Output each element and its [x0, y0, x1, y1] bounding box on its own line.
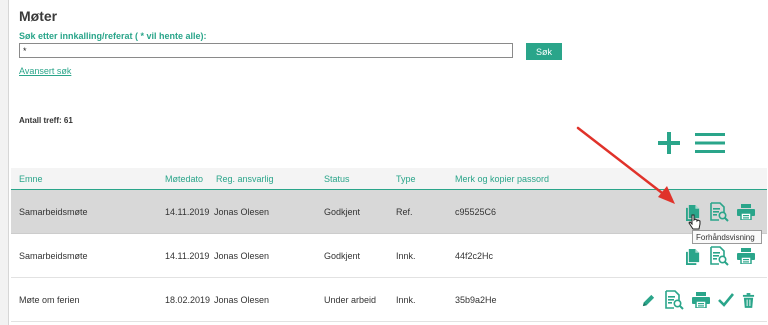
preview-tooltip: Forhåndsvisning [692, 230, 762, 244]
cell-type: Innk. [396, 295, 416, 305]
table-row[interactable]: Møte om ferien 18.02.2019 Jonas Olesen U… [11, 278, 767, 322]
cell-password[interactable]: c95525C6 [455, 207, 496, 217]
page-title: Møter [19, 8, 58, 24]
cell-reg: Jonas Olesen [214, 251, 270, 261]
edit-icon[interactable] [641, 293, 656, 308]
cell-type: Ref. [396, 207, 413, 217]
search-label: Søk etter innkalling/referat ( * vil hen… [19, 31, 207, 41]
cell-emne: Samarbeidsmøte [19, 207, 88, 217]
cell-status: Under arbeid [324, 295, 377, 305]
cell-password[interactable]: 44f2c2Hc [455, 251, 493, 261]
trash-icon[interactable] [742, 293, 755, 308]
search-button[interactable]: Søk [526, 43, 562, 60]
header-status[interactable]: Status [324, 174, 350, 184]
cell-status: Godkjent [324, 251, 361, 261]
print-icon[interactable] [737, 248, 755, 264]
preview-icon[interactable] [664, 290, 684, 310]
header-dato[interactable]: Møtedato [165, 174, 203, 184]
cell-type: Innk. [396, 251, 416, 261]
cell-password[interactable]: 35b9a2He [455, 295, 497, 305]
meetings-table: Emne Møtedato Reg. ansvarlig Status Type… [11, 168, 767, 322]
copy-icon[interactable] [686, 248, 701, 265]
advanced-search-link[interactable]: Avansert søk [19, 66, 71, 76]
row-actions [641, 288, 755, 312]
row-actions [686, 244, 755, 268]
cell-dato: 14.11.2019 [165, 251, 210, 261]
check-icon[interactable] [718, 292, 734, 308]
cell-dato: 18.02.2019 [165, 295, 211, 305]
add-icon[interactable] [657, 131, 681, 155]
header-emne[interactable]: Emne [19, 174, 43, 184]
header-password[interactable]: Merk og kopier passord [455, 174, 549, 184]
cell-reg: Jonas Olesen [214, 295, 270, 305]
cell-status: Godkjent [324, 207, 361, 217]
preview-icon[interactable] [709, 246, 729, 266]
preview-icon[interactable] [709, 202, 729, 222]
cell-emne: Samarbeidsmøte [19, 251, 88, 261]
main-panel: Møter Søk etter innkalling/referat ( * v… [8, 0, 768, 325]
cell-emne: Møte om ferien [19, 295, 80, 305]
print-icon[interactable] [737, 204, 755, 220]
search-input[interactable] [19, 43, 513, 58]
cell-dato: 14.11.2019 [165, 207, 210, 217]
table-row[interactable]: Samarbeidsmøte 14.11.2019 Jonas Olesen G… [11, 190, 767, 234]
menu-icon[interactable] [695, 132, 725, 154]
header-reg[interactable]: Reg. ansvarlig [216, 174, 274, 184]
table-header: Emne Møtedato Reg. ansvarlig Status Type… [11, 168, 767, 190]
hit-count: Antall treff: 61 [19, 116, 73, 125]
cell-reg: Jonas Olesen [214, 207, 270, 217]
top-actions [657, 128, 725, 158]
print-icon[interactable] [692, 292, 710, 308]
table-row[interactable]: Samarbeidsmøte 14.11.2019 Jonas Olesen G… [11, 234, 767, 278]
header-type[interactable]: Type [396, 174, 416, 184]
